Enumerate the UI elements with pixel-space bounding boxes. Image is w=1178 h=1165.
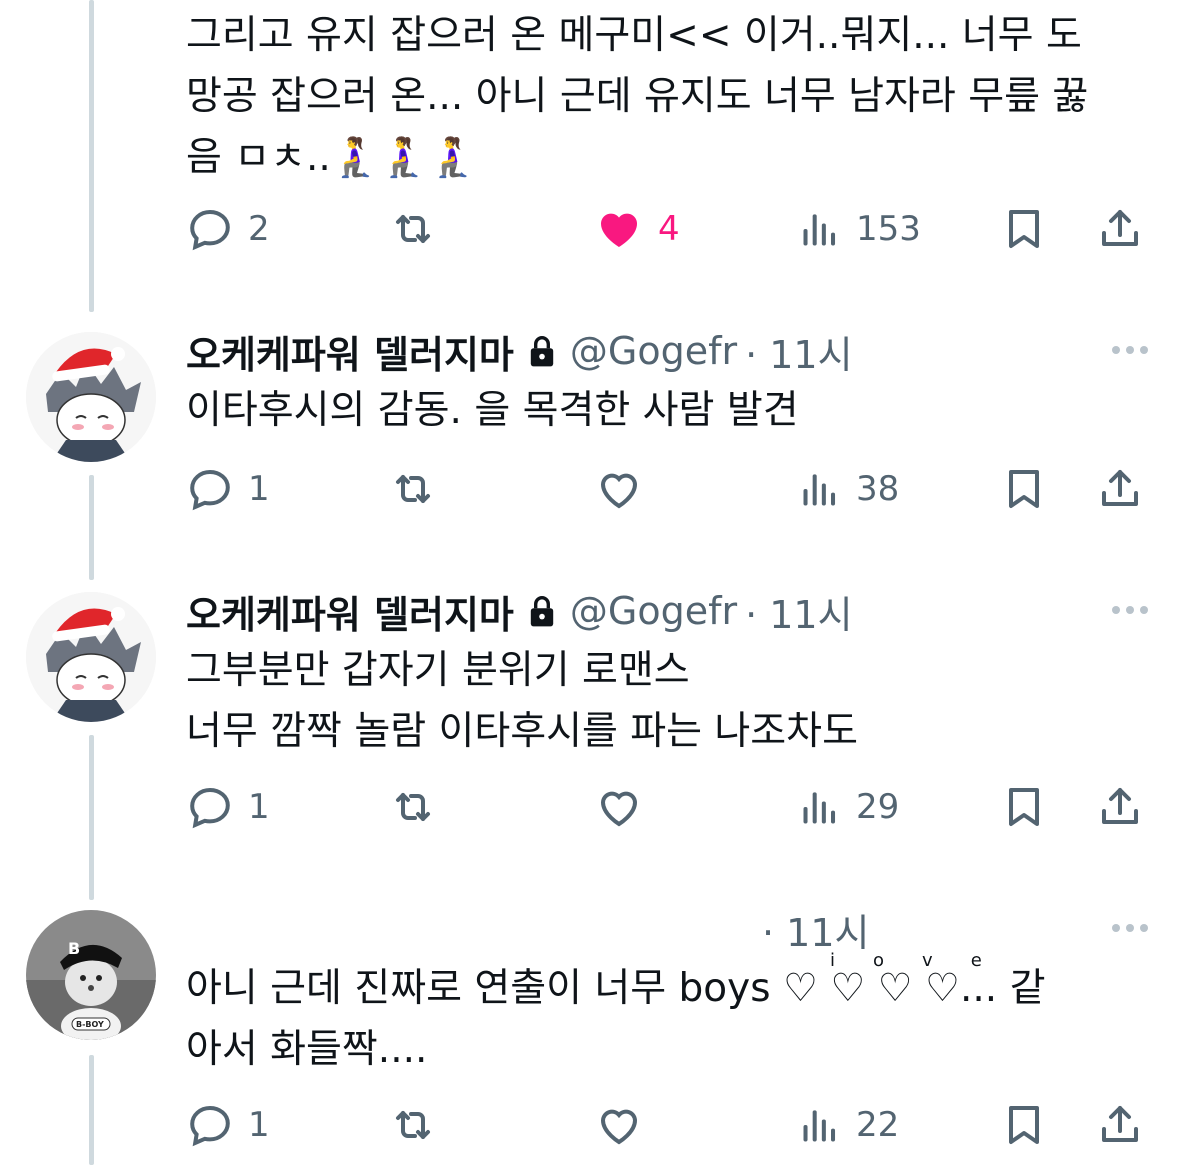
retweet-icon	[386, 465, 440, 513]
heart-icon	[594, 783, 644, 831]
handle[interactable]: @Gogefr	[570, 589, 737, 633]
avatar[interactable]	[26, 332, 156, 462]
like-button[interactable]	[594, 464, 644, 514]
views-button[interactable]: 153	[798, 204, 921, 254]
tweet-actions: 1 38	[186, 464, 1148, 514]
bookmark-button[interactable]	[1000, 204, 1048, 254]
heart-icon	[594, 465, 644, 513]
like-button[interactable]	[594, 782, 644, 832]
retweet-button[interactable]	[386, 464, 440, 514]
retweet-icon	[386, 783, 440, 831]
tweet-body: 그부분만 갑자기 분위기 로맨스 너무 깜짝 놀람 이타후시를 파는 나조차도	[186, 648, 858, 754]
tweet-header: · 11시	[762, 906, 869, 955]
display-name[interactable]: 오케케파워 델러지마	[186, 584, 514, 639]
views-count: 38	[856, 469, 900, 509]
tweet-actions: 1 29	[186, 782, 1148, 832]
retweet-icon	[386, 1101, 440, 1149]
reply-count: 1	[248, 787, 270, 827]
tweet-2[interactable]: 오케케파워 델러지마 @Gogefr · 11시 이타후시의 감동. 을 목격한…	[0, 320, 1178, 560]
tweet-4[interactable]: B B-BOY · 11시 아니 근데 진짜로 연출이 너무 boys ♡ ♡ …	[0, 898, 1178, 1165]
heart-letters: i o v e	[830, 950, 982, 971]
reply-count: 1	[248, 469, 270, 509]
views-count: 29	[856, 787, 900, 827]
more-options-icon[interactable]	[1112, 606, 1148, 614]
b-boy-avatar-icon: B B-BOY	[26, 910, 156, 1040]
reply-button[interactable]: 1	[186, 464, 270, 514]
heart-letter: i	[830, 950, 836, 971]
bookmark-icon	[1000, 205, 1048, 253]
reply-icon	[186, 783, 234, 831]
tweet-3[interactable]: 오케케파워 델러지마 @Gogefr · 11시 그부분만 갑자기 분위기 로맨…	[0, 580, 1178, 880]
tweet-body: 아니 근데 진짜로 연출이 너무 boys ♡ ♡ ♡ ♡... 같 아서 화들…	[186, 966, 1046, 1072]
views-icon	[798, 1103, 842, 1147]
santa-hat-character-avatar-icon	[26, 332, 156, 462]
svg-text:B: B	[68, 939, 80, 958]
views-icon	[798, 207, 842, 251]
reply-icon	[186, 1101, 234, 1149]
svg-text:B-BOY: B-BOY	[76, 1020, 104, 1029]
timestamp[interactable]: · 11시	[745, 584, 852, 639]
timestamp[interactable]: · 11시	[745, 324, 852, 379]
retweet-button[interactable]	[386, 1100, 440, 1150]
share-icon	[1096, 1101, 1144, 1149]
avatar[interactable]: B B-BOY	[26, 910, 156, 1040]
heart-icon	[594, 1101, 644, 1149]
reply-button[interactable]: 2	[186, 204, 270, 254]
heart-letter: v	[922, 950, 933, 971]
more-options-icon[interactable]	[1112, 924, 1148, 932]
share-button[interactable]	[1096, 782, 1144, 832]
share-icon	[1096, 465, 1144, 513]
heart-filled-icon	[594, 205, 644, 253]
share-button[interactable]	[1096, 1100, 1144, 1150]
timestamp[interactable]: · 11시	[762, 902, 869, 957]
views-icon	[798, 467, 842, 511]
handle[interactable]: @Gogefr	[570, 329, 737, 373]
views-icon	[798, 785, 842, 829]
tweet-body: 그리고 유지 잡으러 온 메구미<< 이거..뭐지... 너무 도 망공 잡으러…	[186, 13, 1089, 180]
reply-count: 1	[248, 1105, 270, 1145]
bookmark-button[interactable]	[1000, 782, 1048, 832]
retweet-button[interactable]	[386, 782, 440, 832]
heart-letter: e	[970, 950, 982, 971]
display-name[interactable]: 오케케파워 델러지마	[186, 324, 514, 379]
reply-count: 2	[248, 209, 270, 249]
views-count: 153	[856, 209, 921, 249]
retweet-button[interactable]	[386, 204, 440, 254]
lock-icon	[530, 336, 554, 367]
share-icon	[1096, 783, 1144, 831]
tweet-1[interactable]: 그리고 유지 잡으러 온 메구미<< 이거..뭐지... 너무 도 망공 잡으러…	[0, 0, 1178, 290]
views-button[interactable]: 38	[798, 464, 899, 514]
tweet-body: 이타후시의 감동. 을 목격한 사람 발견	[186, 388, 799, 433]
avatar[interactable]	[26, 592, 156, 722]
like-button[interactable]	[594, 1100, 644, 1150]
retweet-icon	[386, 205, 440, 253]
more-options-icon[interactable]	[1112, 346, 1148, 354]
lock-icon	[530, 596, 554, 627]
bookmark-icon	[1000, 783, 1048, 831]
reply-button[interactable]: 1	[186, 1100, 270, 1150]
bookmark-button[interactable]	[1000, 1100, 1048, 1150]
share-button[interactable]	[1096, 464, 1144, 514]
heart-letter: o	[873, 950, 885, 971]
bookmark-icon	[1000, 1101, 1048, 1149]
like-count: 4	[658, 209, 680, 249]
views-button[interactable]: 22	[798, 1100, 899, 1150]
reply-button[interactable]: 1	[186, 782, 270, 832]
bookmark-icon	[1000, 465, 1048, 513]
views-count: 22	[856, 1105, 900, 1145]
like-button[interactable]: 4	[594, 204, 680, 254]
tweet-header: 오케케파워 델러지마 @Gogefr · 11시	[186, 328, 853, 377]
tweet-actions: 2 4 153	[186, 204, 1148, 254]
reply-icon	[186, 465, 234, 513]
reply-icon	[186, 205, 234, 253]
share-icon	[1096, 205, 1144, 253]
tweet-header: 오케케파워 델러지마 @Gogefr · 11시	[186, 588, 853, 637]
bookmark-button[interactable]	[1000, 464, 1048, 514]
santa-hat-character-avatar-icon	[26, 592, 156, 722]
share-button[interactable]	[1096, 204, 1144, 254]
tweet-actions: 1 22	[186, 1100, 1148, 1150]
views-button[interactable]: 29	[798, 782, 899, 832]
